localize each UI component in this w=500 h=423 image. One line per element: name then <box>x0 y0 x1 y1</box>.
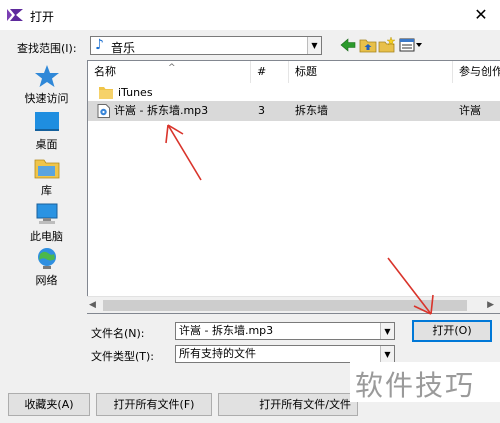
title-bar: 打开 ✕ <box>0 0 500 30</box>
list-item-selected[interactable]: 许嵩 - 拆东墙.mp3 3 拆东墙 许嵩 <box>88 101 500 121</box>
chevron-down-icon[interactable]: ▼ <box>380 346 394 362</box>
column-number-label: # <box>257 65 267 78</box>
open-button[interactable]: 打开(O) <box>412 320 492 342</box>
file-name: iTunes <box>118 86 153 99</box>
music-note-icon: ♪ <box>95 37 104 53</box>
watermark: 软件技巧 <box>350 362 500 402</box>
place-this-pc[interactable]: 此电脑 <box>11 200 82 246</box>
library-icon <box>34 159 60 179</box>
file-name-input[interactable]: 许嵩 - 拆东墙.mp3 ▼ <box>175 322 395 340</box>
chevron-down-icon[interactable]: ▼ <box>307 37 321 54</box>
place-label: 此电脑 <box>30 230 63 243</box>
file-type-value: 所有支持的文件 <box>179 347 256 360</box>
scroll-right-icon[interactable]: ▶ <box>487 300 494 310</box>
place-label: 网络 <box>35 274 58 287</box>
file-type-dropdown[interactable]: 所有支持的文件 ▼ <box>175 345 395 363</box>
view-menu-icon[interactable] <box>398 36 424 54</box>
column-artist[interactable]: 参与创作 <box>453 61 500 83</box>
column-name-label: 名称 <box>94 65 116 78</box>
place-quick-access[interactable]: 快速访问 <box>11 62 82 108</box>
computer-icon <box>36 203 58 224</box>
scrollbar-thumb[interactable] <box>103 300 467 311</box>
folder-icon <box>99 87 113 99</box>
place-label: 桌面 <box>35 138 58 151</box>
new-folder-icon[interactable] <box>377 36 397 54</box>
place-desktop[interactable]: 桌面 <box>11 108 82 154</box>
file-name: 许嵩 - 拆东墙.mp3 <box>114 104 209 117</box>
column-title[interactable]: 标题 <box>289 61 453 83</box>
chevron-down-icon[interactable]: ▼ <box>380 323 394 339</box>
window-title: 打开 <box>30 10 55 24</box>
file-list[interactable]: ^ 名称 # 标题 参与创作 iTunes 许嵩 - 拆东墙.mp3 3 拆东墙… <box>87 60 500 314</box>
look-in-label: 查找范围(I): <box>17 42 77 55</box>
file-type-label: 文件类型(T): <box>91 350 155 363</box>
column-number[interactable]: # <box>251 61 289 83</box>
horizontal-scrollbar[interactable]: ◀ ▶ <box>87 296 500 313</box>
column-name[interactable]: ^ 名称 <box>88 61 251 83</box>
list-header: ^ 名称 # 标题 参与创作 <box>88 61 500 83</box>
file-name-value: 许嵩 - 拆东墙.mp3 <box>179 324 274 337</box>
scroll-left-icon[interactable]: ◀ <box>89 300 96 310</box>
open-all-files-button[interactable]: 打开所有文件(F) <box>96 393 212 416</box>
list-item[interactable]: iTunes <box>88 83 500 103</box>
file-artist: 许嵩 <box>459 104 481 117</box>
file-title: 拆东墙 <box>295 104 328 117</box>
look-in-dropdown[interactable]: ♪ 音乐 ▼ <box>90 36 322 55</box>
back-arrow-icon[interactable] <box>338 36 358 54</box>
look-in-value: 音乐 <box>111 41 136 55</box>
star-icon <box>35 65 59 87</box>
audio-file-icon <box>97 104 110 118</box>
up-folder-icon[interactable] <box>358 36 378 54</box>
place-network[interactable]: 网络 <box>11 244 82 290</box>
network-icon <box>38 248 56 269</box>
place-label: 库 <box>41 184 52 197</box>
close-button[interactable]: ✕ <box>470 4 492 26</box>
open-all-folders-button[interactable]: 打开所有文件/文件 <box>218 393 358 416</box>
favorites-button[interactable]: 收藏夹(A) <box>8 393 90 416</box>
watermark-text: 软件技巧 <box>355 369 476 402</box>
column-artist-label: 参与创作 <box>459 65 500 78</box>
sort-up-icon: ^ <box>168 63 176 73</box>
desktop-icon <box>35 112 59 131</box>
column-title-label: 标题 <box>295 65 317 78</box>
file-name-label: 文件名(N): <box>91 327 145 340</box>
file-track-number: 3 <box>258 104 265 117</box>
places-bar: 快速访问 桌面 库 此电脑 网络 <box>11 60 82 308</box>
place-label: 快速访问 <box>24 92 69 105</box>
app-logo-icon <box>7 9 23 21</box>
place-library[interactable]: 库 <box>11 154 82 200</box>
